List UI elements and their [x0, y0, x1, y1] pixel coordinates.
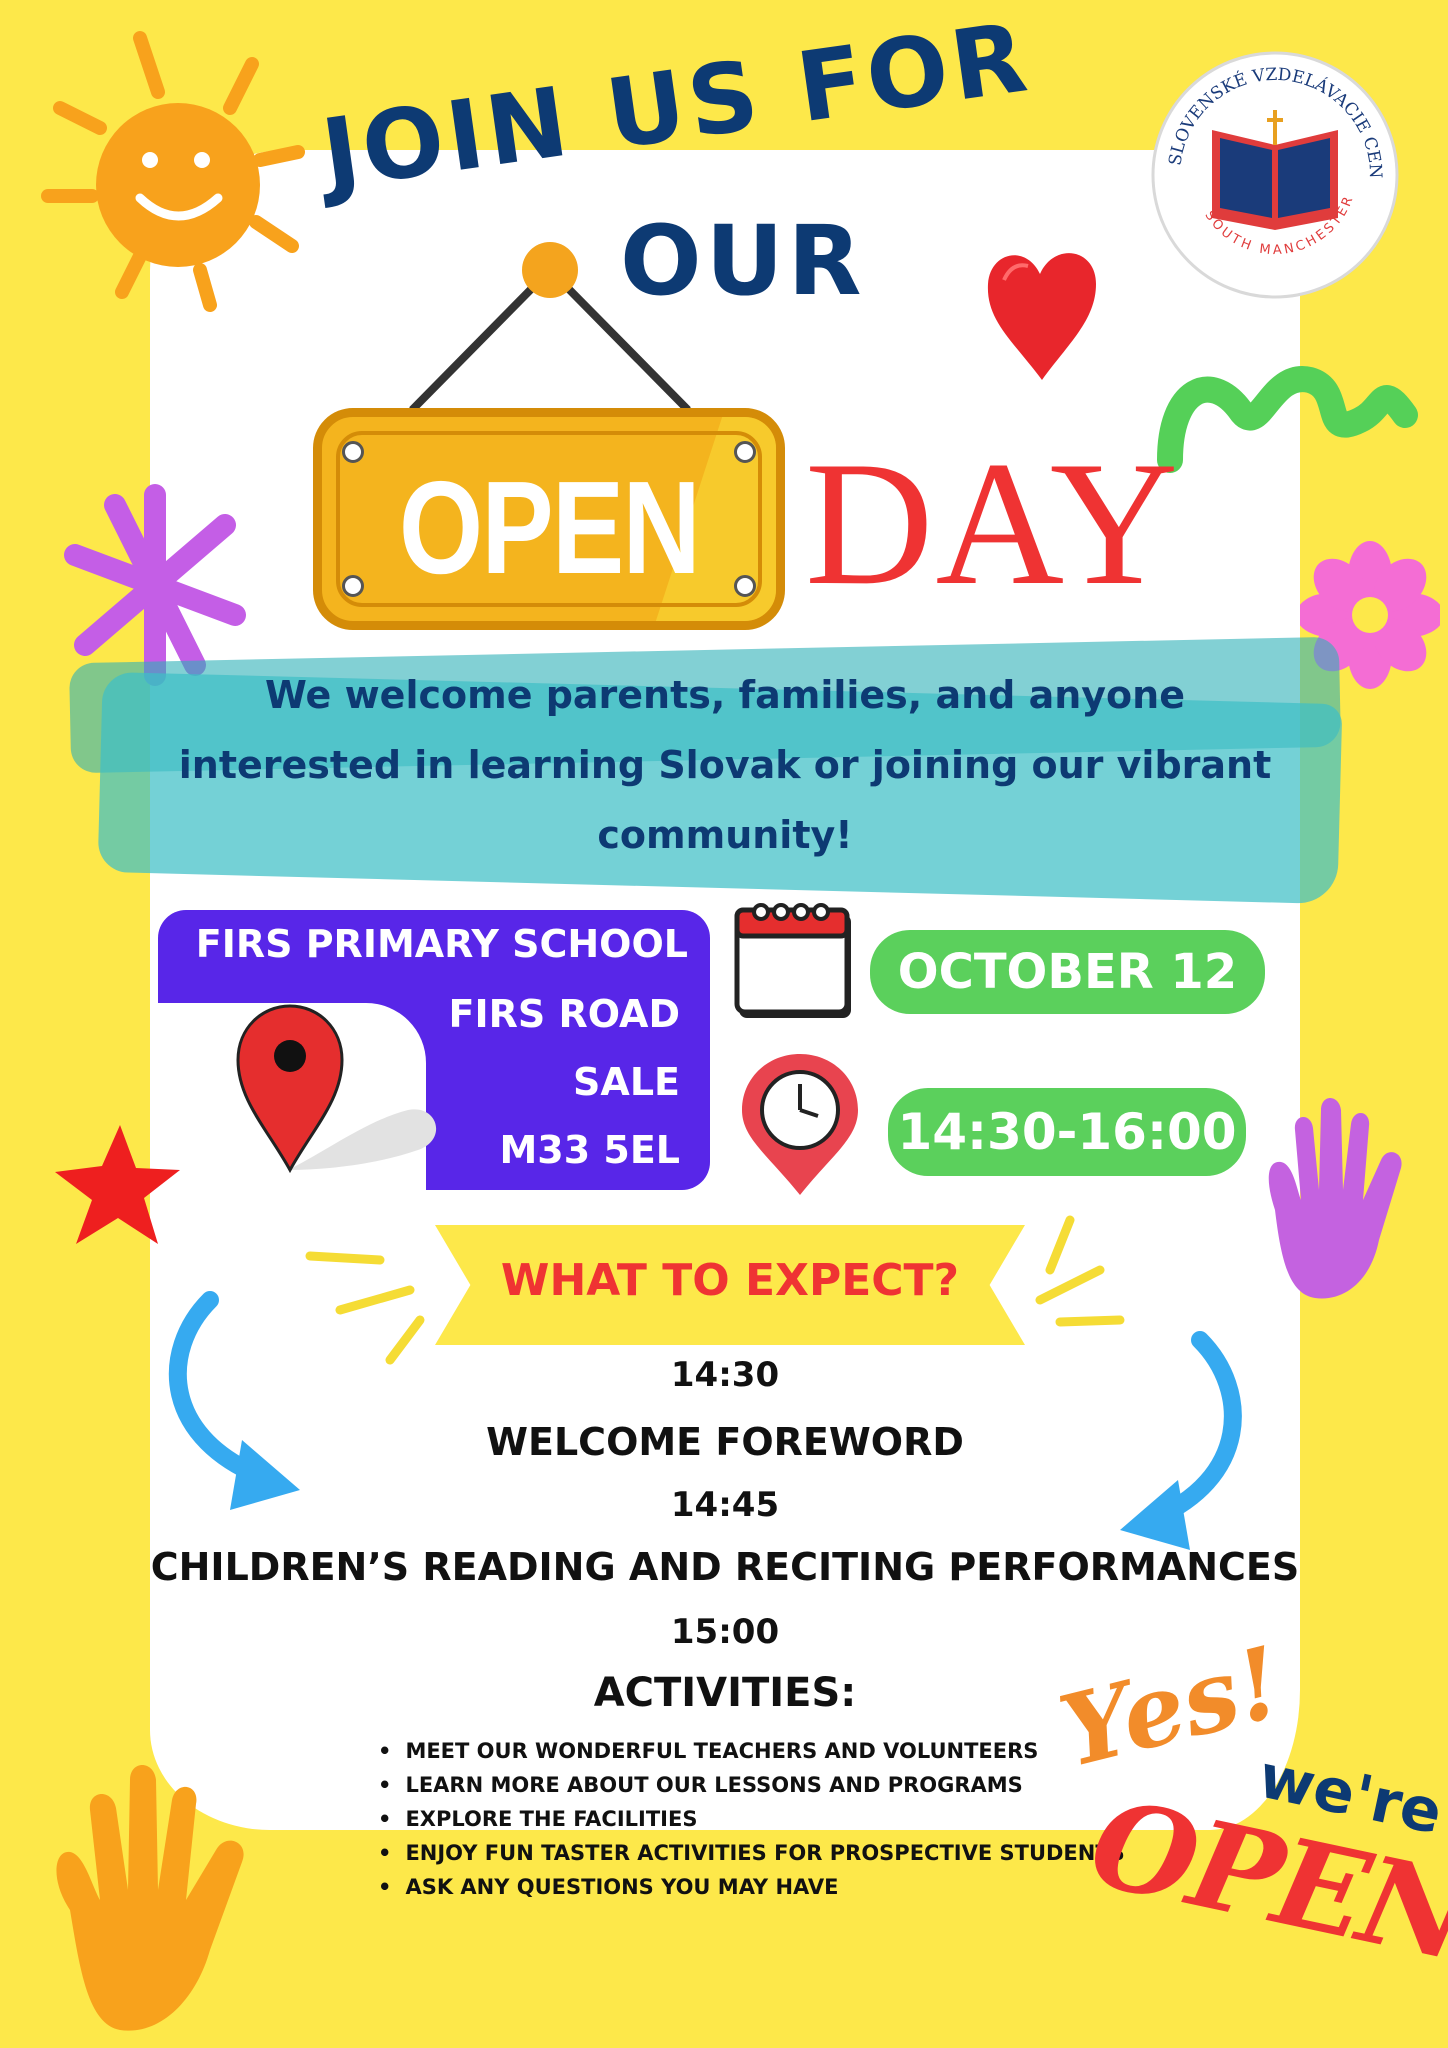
list-item: ASK ANY QUESTIONS YOU MAY HAVE: [378, 1870, 1125, 1904]
time-pill: 14:30-16:00: [888, 1088, 1246, 1176]
time-text: 14:30-16:00: [897, 1103, 1237, 1161]
activities-list: MEET OUR WONDERFUL TEACHERS AND VOLUNTEE…: [378, 1734, 1125, 1904]
school-logo: SLOVENSKÉ VZDELÁVACIE CENTRUM SOUTH MANC…: [1150, 50, 1399, 299]
open-sign: OPEN: [313, 408, 785, 630]
schedule-event: WELCOME FOREWORD: [486, 1420, 964, 1464]
schedule-event: CHILDREN’S READING AND RECITING PERFORMA…: [150, 1545, 1300, 1589]
intro-line: community!: [597, 813, 853, 857]
intro-line: We welcome parents, families, and anyone: [265, 673, 1185, 717]
intro-text: We welcome parents, families, and anyone…: [155, 660, 1295, 870]
address-line: FIRS PRIMARY SCHOOL: [195, 922, 688, 966]
intro-line: interested in learning Slovak or joining…: [178, 743, 1272, 787]
heart-icon: [987, 253, 1096, 380]
schedule-time: 14:30: [670, 1355, 780, 1395]
day-text: DAY: [805, 424, 1181, 622]
address-line: M33 5EL: [499, 1128, 680, 1172]
open-sign-text: OPEN: [398, 454, 701, 601]
hand-icon: [1268, 1098, 1402, 1299]
sun-icon: [41, 31, 305, 312]
calendar-icon: [734, 903, 851, 1018]
list-item: EXPLORE THE FACILITIES: [378, 1802, 1125, 1836]
star-icon: [55, 1125, 180, 1244]
date-text: OCTOBER 12: [897, 944, 1238, 1000]
clock-pin-icon: [742, 1054, 858, 1195]
address-line: SALE: [573, 1060, 680, 1104]
date-pill: OCTOBER 12: [870, 930, 1265, 1014]
squiggle-icon: [1157, 366, 1418, 473]
hand-icon: [56, 1765, 244, 2031]
schedule-time: 14:45: [670, 1485, 780, 1525]
list-item: LEARN MORE ABOUT OUR LESSONS AND PROGRAM…: [378, 1768, 1125, 1802]
list-item: ENJOY FUN TASTER ACTIVITIES FOR PROSPECT…: [378, 1836, 1124, 1870]
address-line: FIRS ROAD: [448, 992, 680, 1036]
map-pin-icon: [236, 1004, 437, 1174]
what-to-expect-heading: WHAT TO EXPECT?: [500, 1255, 960, 1306]
schedule-time: 15:00: [670, 1612, 780, 1652]
list-item: MEET OUR WONDERFUL TEACHERS AND VOLUNTEE…: [378, 1734, 1125, 1768]
sign-hanger: [409, 242, 691, 413]
